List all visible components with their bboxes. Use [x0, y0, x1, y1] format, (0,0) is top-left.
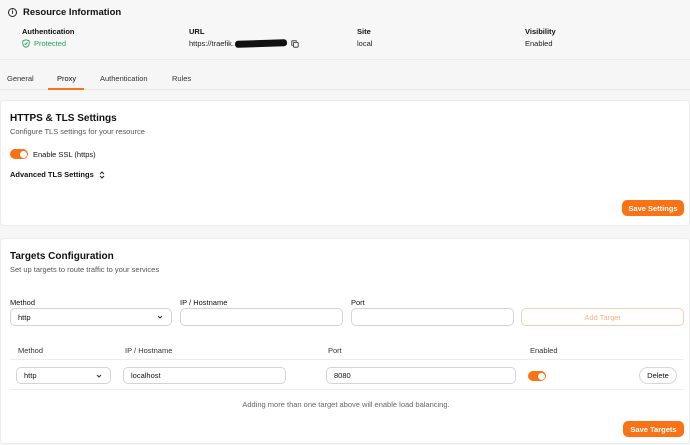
column-method: Method [18, 346, 44, 355]
authentication-value: Protected [34, 39, 67, 48]
row-method-value: http [24, 371, 37, 380]
tls-settings-card: HTTPS & TLS Settings Configure TLS setti… [0, 100, 690, 226]
resource-info-title: Resource Information [23, 7, 122, 18]
save-targets-button[interactable]: Save Targets [623, 421, 684, 437]
table-row: http localhost 8080 Delete [10, 360, 684, 390]
row-port-input[interactable]: 8080 [326, 367, 516, 384]
tab-bar: General Proxy Authentication Rules [0, 66, 690, 90]
redaction-mark [234, 39, 288, 48]
targets-table-header: Method IP / Hostname Port Enabled [10, 340, 684, 360]
column-enabled: Enabled [530, 346, 558, 355]
row-enabled-toggle[interactable] [528, 371, 546, 381]
url-label: URL [189, 27, 205, 36]
visibility-label: Visibility [525, 27, 556, 36]
advanced-tls-label: Advanced TLS Settings [10, 170, 94, 179]
active-tab-indicator [48, 88, 84, 90]
url-row: https://traefik. [189, 39, 299, 48]
row-method-select[interactable]: http [16, 367, 111, 384]
hostname-label: IP / Hostname [180, 298, 228, 307]
tab-proxy[interactable]: Proxy [57, 74, 76, 83]
load-balancing-note: Adding more than one target above will e… [242, 400, 450, 409]
tls-title: HTTPS & TLS Settings [10, 113, 117, 124]
row-hostname-input[interactable]: localhost [123, 367, 286, 384]
targets-title: Targets Configuration [10, 251, 114, 262]
advanced-tls-toggle[interactable]: Advanced TLS Settings [10, 170, 105, 179]
visibility-value: Enabled [525, 39, 553, 48]
authentication-status: Protected [22, 39, 66, 48]
targets-card: Targets Configuration Set up targets to … [0, 238, 690, 444]
tab-authentication[interactable]: Authentication [100, 74, 148, 83]
targets-subtitle: Set up targets to route traffic to your … [10, 265, 160, 274]
save-settings-button[interactable]: Save Settings [622, 200, 684, 216]
column-hostname: IP / Hostname [125, 346, 173, 355]
site-label: Site [357, 27, 371, 36]
port-label: Port [351, 298, 365, 307]
method-label: Method [10, 298, 36, 307]
resource-info-header: i Resource Information [8, 7, 121, 18]
column-port: Port [328, 346, 342, 355]
add-target-button[interactable]: Add Target [521, 308, 684, 326]
chevron-down-icon [96, 374, 102, 378]
delete-target-button[interactable]: Delete [639, 367, 677, 384]
copy-icon[interactable] [291, 39, 299, 48]
method-select-value: http [18, 312, 31, 322]
chevron-down-icon [157, 315, 163, 319]
site-value: local [357, 39, 373, 48]
port-input[interactable] [351, 308, 514, 326]
ssl-toggle[interactable] [10, 149, 28, 159]
ssl-toggle-row: Enable SSL (https) [10, 149, 96, 159]
tab-rules[interactable]: Rules [172, 74, 191, 83]
resource-info-card: i Resource Information Authentication Pr… [0, 0, 690, 60]
chevron-up-down-icon [99, 170, 105, 179]
authentication-label: Authentication [22, 27, 75, 36]
shield-check-icon [22, 39, 30, 48]
info-icon: i [8, 8, 17, 17]
ssl-label: Enable SSL (https) [33, 149, 96, 159]
hostname-input[interactable] [180, 308, 343, 326]
tls-subtitle: Configure TLS settings for your resource [10, 127, 145, 136]
url-value[interactable]: https://traefik. [189, 39, 234, 48]
tab-general[interactable]: General [7, 74, 34, 83]
method-select[interactable]: http [10, 308, 172, 326]
